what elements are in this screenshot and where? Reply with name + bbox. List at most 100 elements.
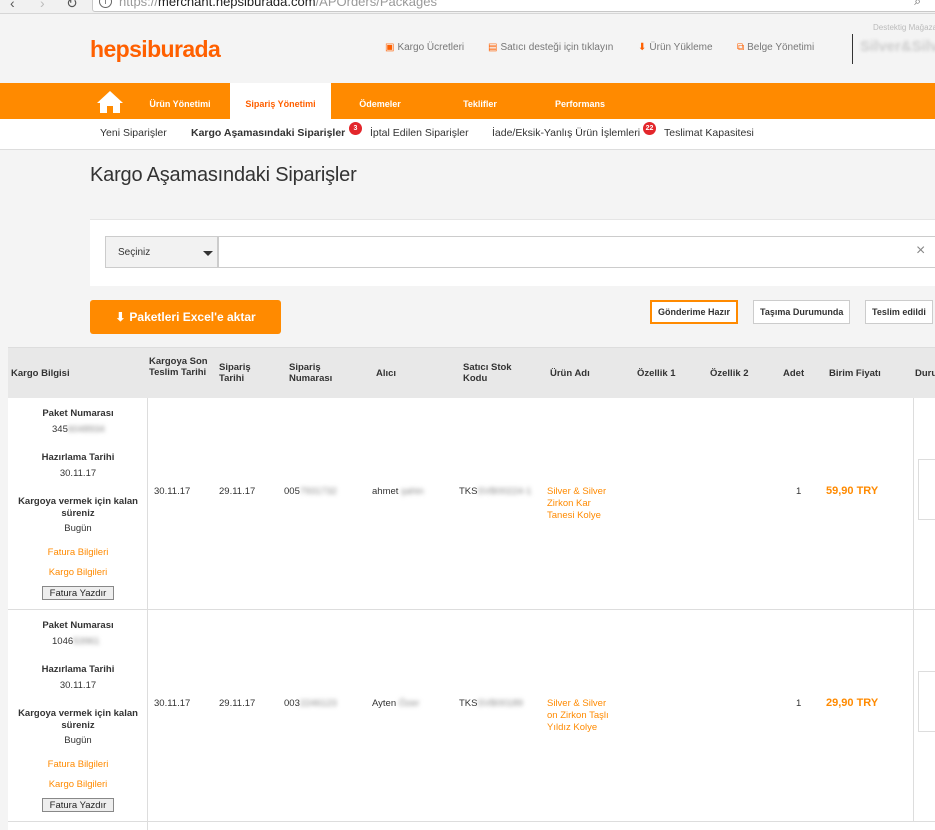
export-excel-button[interactable]: ⬇ Paketleri Excel'e aktar	[90, 300, 281, 334]
urun-adi-link[interactable]: Silver & Silver on Zirkon Taşlı Yıldız K…	[547, 698, 627, 734]
belge-yonetimi-link[interactable]: ⧉ Belge Yönetimi	[737, 42, 814, 53]
filter-select-value: Seçiniz	[118, 247, 151, 258]
search-icon[interactable]: ⌕	[914, 0, 921, 10]
urun-yukleme-link[interactable]: ⬇ Ürün Yükleme	[638, 42, 713, 53]
url-host: merchant.hepsiburada.com	[158, 0, 316, 9]
table-row: Paket Numarası 104653961 Hazırlama Tarih…	[8, 610, 935, 822]
copy-icon: ⧉	[737, 42, 745, 53]
kargo-count-badge: 3	[349, 122, 362, 135]
browser-toolbar: ‹ › ↻ i https://merchant.hepsiburada.com…	[0, 0, 935, 14]
url-prefix: https://	[119, 0, 159, 9]
cube-icon: ▣	[385, 42, 395, 53]
address-bar[interactable]: i https://merchant.hepsiburada.com/APOrd…	[92, 0, 935, 12]
alici-value: ahmet şahin	[372, 486, 424, 497]
urun-adi-line: Zirkon Kar	[547, 498, 591, 509]
kalan-sure-label: Kargoya vermek için kalan süreniz	[18, 496, 138, 519]
status-gonderime-hazir[interactable]: Gönderime Hazır	[650, 300, 739, 324]
durum-select[interactable]	[918, 671, 935, 732]
store-label: Destektig Mağaza:	[873, 23, 935, 32]
kargo-ucretleri-link[interactable]: ▣ Kargo Ücretleri	[385, 42, 464, 53]
status-teslim-edildi[interactable]: Teslim edildi	[865, 300, 933, 324]
urun-adi-line: Tanesi Kolye	[547, 510, 601, 521]
urun-adi-line: on Zirkon Taşlı	[547, 710, 609, 721]
download-icon: ⬇	[115, 310, 126, 324]
satici-destegi-link[interactable]: ▤ Satıcı desteği için tıklayın	[488, 42, 613, 53]
kargo-bilgileri-link[interactable]: Kargo Bilgileri	[8, 567, 148, 578]
subnav-iade-islemleri[interactable]: İade/Eksik-Yanlış Ürün İşlemleri	[492, 127, 640, 139]
main-nav: Ürün Yönetimi Sipariş Yönetimi Ödemeler …	[0, 83, 935, 119]
siparis-tarihi-value: 29.11.17	[219, 698, 256, 709]
col-birim-fiyati: Birim Fiyatı	[829, 368, 881, 379]
filter-select[interactable]: Seçiniz	[105, 236, 218, 268]
clear-icon[interactable]: ×	[916, 242, 925, 260]
table-row: Paket Numarası 3456048934 Hazırlama Tari…	[8, 398, 935, 610]
son-teslim-value: 30.11.17	[154, 486, 191, 497]
hazirlama-value: 30.11.17	[59, 680, 97, 691]
paket-no-label: Paket Numarası	[42, 620, 114, 631]
forward-icon[interactable]: ›	[40, 0, 45, 11]
tab-odemeler[interactable]: Ödemeler	[345, 83, 415, 119]
kargo-ucretleri-label: Kargo Ücretleri	[397, 42, 465, 53]
kalan-sure-value: Bugün	[64, 523, 92, 534]
paket-no-value: 3456048934	[52, 424, 105, 435]
store-name[interactable]: Silver&Silver	[860, 38, 935, 55]
hazirlama-label: Hazırlama Tarihi	[41, 452, 115, 463]
info-icon[interactable]: i	[99, 0, 112, 8]
table-header: Kargo Bilgisi Kargoya Son Teslim Tarihi …	[8, 347, 935, 398]
hazirlama-value: 30.11.17	[59, 468, 97, 479]
fatura-yazdir-button[interactable]: Fatura Yazdır	[42, 586, 114, 600]
col-kargo-bilgisi: Kargo Bilgisi	[11, 368, 70, 379]
subnav-teslimat-kapasitesi[interactable]: Teslimat Kapasitesi	[664, 127, 754, 139]
url-path: /APOrders/Packages	[315, 0, 437, 9]
document-icon: ▤	[488, 42, 498, 53]
alici-value: Ayten Özer	[372, 698, 420, 709]
belge-yonetimi-label: Belge Yönetimi	[747, 42, 815, 53]
filter-panel: Seçiniz ×	[90, 219, 935, 286]
col-adet: Adet	[783, 368, 805, 379]
hepsiburada-logo[interactable]: hepsiburada	[90, 36, 221, 63]
subnav-kargo-asamasindaki[interactable]: Kargo Aşamasındaki Siparişler	[191, 127, 345, 139]
sub-nav: Yeni Siparişler Kargo Aşamasındaki Sipar…	[0, 119, 935, 150]
durum-select[interactable]	[918, 459, 935, 520]
subnav-yeni-siparisler[interactable]: Yeni Siparişler	[100, 127, 167, 139]
col-stok-kodu: Satıcı Stok Kodu	[463, 362, 512, 384]
tab-performans[interactable]: Performans	[545, 83, 615, 119]
subnav-iptal-edilen[interactable]: İptal Edilen Siparişler	[370, 127, 469, 139]
col-siparis-tarihi: Sipariş Tarihi	[219, 362, 251, 384]
urun-adi-link[interactable]: Silver & Silver Zirkon Kar Tanesi Kolye	[547, 486, 627, 522]
paket-no-value: 104653961	[52, 636, 100, 647]
col-ozellik1: Özellik 1	[637, 368, 676, 379]
reload-icon[interactable]: ↻	[66, 0, 78, 12]
tab-teklifler[interactable]: Teklifler	[450, 83, 510, 119]
search-input[interactable]	[218, 236, 935, 268]
fatura-yazdir-button[interactable]: Fatura Yazdır	[42, 798, 114, 812]
col-ozellik2: Özellik 2	[710, 368, 749, 379]
birim-fiyati-value: 59,90 TRY	[826, 485, 879, 497]
status-tasima-durumunda[interactable]: Taşıma Durumunda	[753, 300, 851, 324]
export-excel-label: Paketleri Excel'e aktar	[129, 310, 256, 324]
fatura-bilgileri-link[interactable]: Fatura Bilgileri	[8, 759, 148, 770]
hazirlama-label: Hazırlama Tarihi	[41, 664, 115, 675]
siparis-no-value[interactable]: 0057931732	[284, 486, 337, 497]
download-icon: ⬇	[638, 42, 647, 53]
kargo-bilgisi-cell	[8, 822, 148, 830]
fatura-bilgileri-link[interactable]: Fatura Bilgileri	[8, 547, 148, 558]
tab-urun-yonetimi[interactable]: Ürün Yönetimi	[140, 83, 220, 119]
kargo-bilgisi-cell: Paket Numarası 3456048934 Hazırlama Tari…	[8, 398, 148, 609]
tab-siparis-yonetimi[interactable]: Sipariş Yönetimi	[230, 83, 331, 119]
table-row	[8, 822, 935, 830]
urun-adi-line: Silver & Silver	[547, 486, 607, 497]
adet-value: 1	[796, 698, 802, 709]
site-header: hepsiburada ▣ Kargo Ücretleri ▤ Satıcı des…	[0, 14, 935, 83]
col-urun-adi: Ürün Adı	[550, 368, 590, 379]
kargo-bilgisi-cell: Paket Numarası 104653961 Hazırlama Tarih…	[8, 610, 148, 821]
home-icon[interactable]	[96, 90, 124, 114]
stok-kodu-value: TKSSVB00189	[459, 698, 523, 709]
siparis-no-value[interactable]: 0032246123	[284, 698, 337, 709]
kalan-sure-label: Kargoya vermek için kalan süreniz	[18, 708, 138, 731]
kargo-bilgileri-link[interactable]: Kargo Bilgileri	[8, 779, 148, 790]
back-icon[interactable]: ‹	[10, 0, 15, 11]
satici-destegi-label: Satıcı desteği için tıklayın	[500, 42, 614, 53]
durum-cell	[913, 398, 935, 609]
durum-cell	[913, 610, 935, 821]
